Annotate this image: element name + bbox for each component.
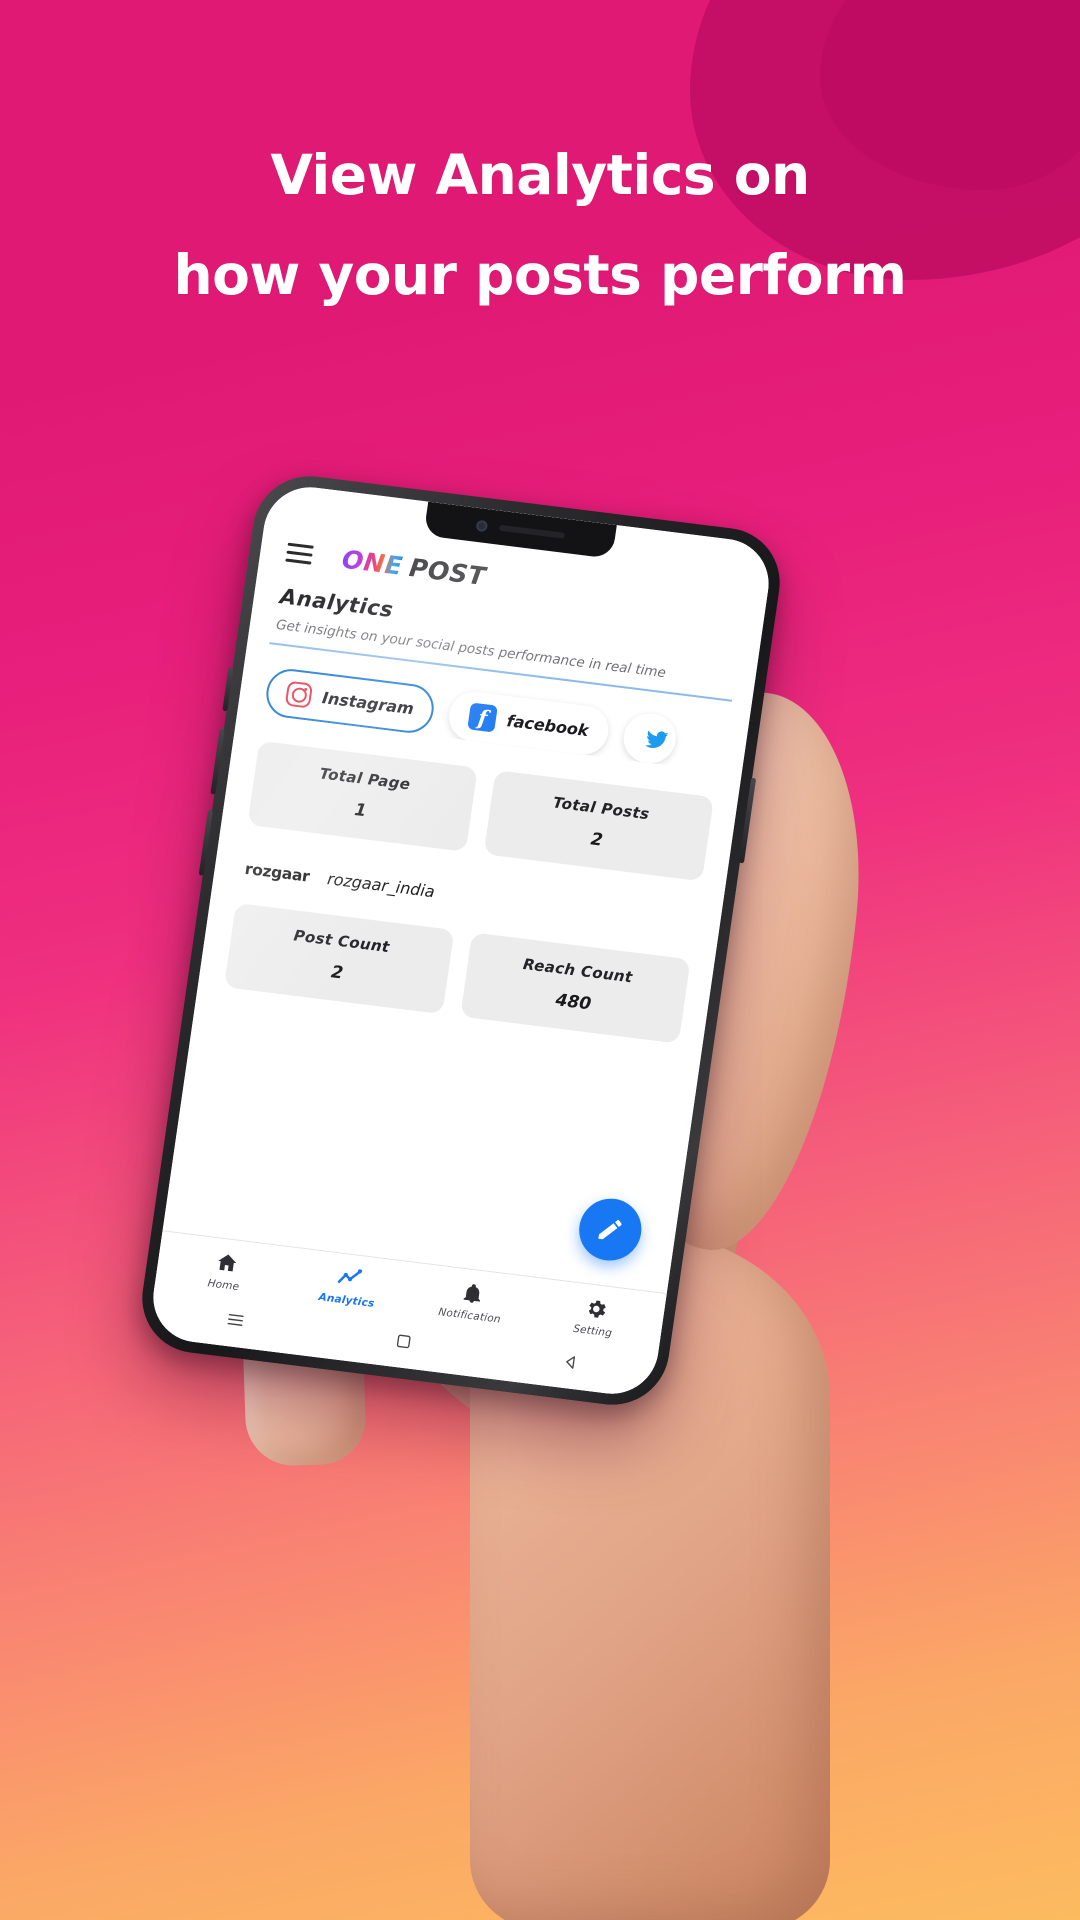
hamburger-bar [287, 542, 314, 549]
facebook-icon [467, 702, 498, 733]
logo-text-one: ONE [340, 544, 405, 581]
instagram-icon [284, 680, 314, 709]
front-camera-icon [475, 519, 488, 532]
pencil-edit-icon [598, 1220, 622, 1240]
home-icon [217, 1254, 236, 1272]
hamburger-menu-icon[interactable] [285, 542, 314, 565]
app-logo: ONE POST [340, 544, 487, 591]
platform-tab-twitter[interactable] [620, 711, 680, 767]
tab-label: Setting [572, 1322, 613, 1340]
twitter-icon [645, 730, 669, 748]
tab-home[interactable]: Home [161, 1244, 290, 1299]
tab-label: Notification [437, 1306, 502, 1326]
tab-setting[interactable]: Setting [530, 1290, 659, 1345]
android-back-triangle-icon[interactable] [561, 1352, 581, 1375]
tab-notification[interactable]: Notification [407, 1275, 536, 1330]
promo-headline: View Analytics on how your posts perform [0, 148, 1080, 303]
promo-page: View Analytics on how your posts perform [0, 0, 1080, 1920]
headline-line-2: how your posts perform [173, 243, 907, 307]
logo-text-post: POST [407, 552, 488, 591]
android-recents-icon[interactable] [225, 1310, 246, 1334]
platform-tab-label: facebook [505, 711, 590, 741]
hamburger-bar [285, 557, 312, 565]
platform-tab-label: Instagram [320, 688, 415, 719]
bell-icon [463, 1284, 481, 1303]
tab-label: Home [206, 1277, 241, 1294]
android-home-square-icon[interactable] [394, 1331, 414, 1354]
earpiece-speaker [498, 524, 565, 539]
hamburger-bar [286, 550, 313, 557]
analytics-chart-icon [337, 1269, 362, 1283]
headline-line-1: View Analytics on [270, 143, 810, 207]
tab-label: Analytics [317, 1291, 376, 1310]
tab-analytics[interactable]: Analytics [284, 1259, 413, 1314]
gear-icon [588, 1300, 606, 1318]
